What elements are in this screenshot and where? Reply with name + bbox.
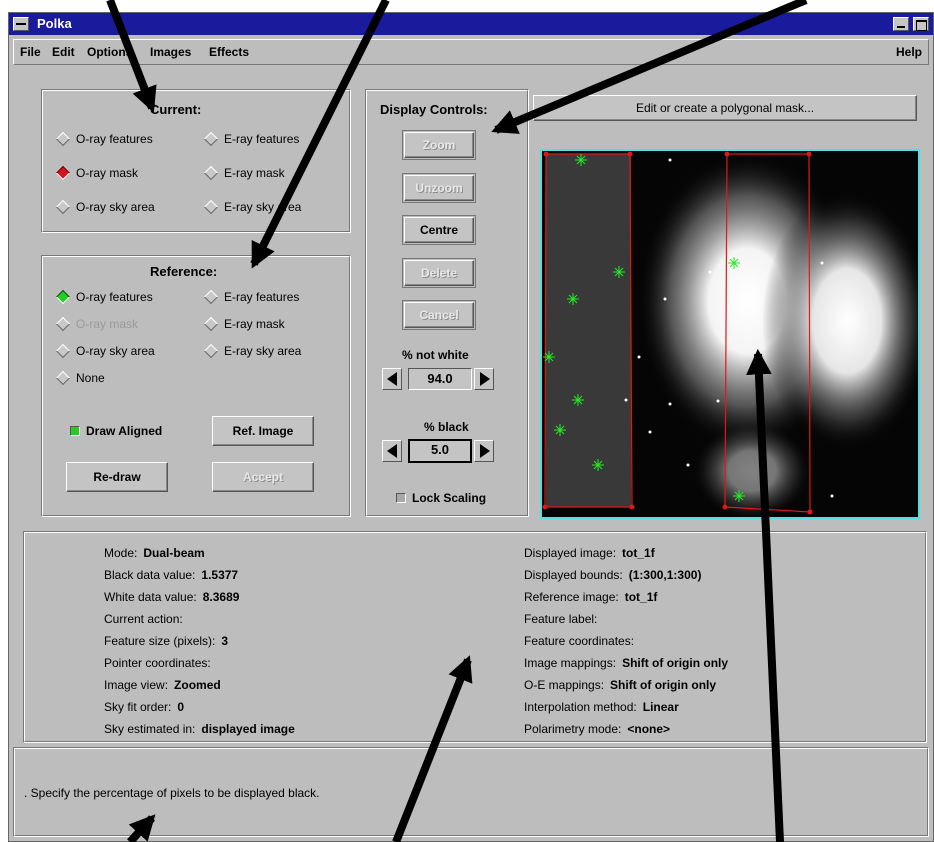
maximize-icon[interactable] — [913, 17, 929, 31]
ref-none-radio[interactable]: None — [55, 370, 105, 386]
radio-diamond-icon — [203, 165, 219, 181]
radio-diamond-icon — [55, 370, 71, 386]
radio-diamond-icon — [55, 131, 71, 147]
radio-diamond-icon — [203, 199, 219, 215]
info-displayed-image: Displayed image: tot_1f — [524, 546, 655, 560]
cancel-button: Cancel — [402, 300, 476, 330]
menu-images[interactable]: Images — [150, 45, 191, 59]
bright-source — [692, 421, 812, 517]
info-interpolation: Interpolation method: Linear — [524, 700, 679, 714]
menu-help[interactable]: Help — [896, 45, 922, 59]
draw-aligned-label: Draw Aligned — [86, 424, 163, 438]
reference-panel: Reference: O-ray features E-ray features… — [41, 255, 351, 517]
black-decrease-icon[interactable] — [382, 440, 402, 462]
minimize-icon[interactable] — [893, 17, 909, 31]
info-image-view: Image view: Zoomed — [104, 678, 221, 692]
current-oray-features-radio[interactable]: O-ray features — [55, 131, 153, 147]
ref-eray-mask-radio[interactable]: E-ray mask — [203, 316, 285, 332]
info-feature-label: Feature label: — [524, 612, 598, 626]
image-view[interactable] — [542, 151, 918, 517]
status-bar: . Specify the percentage of pixels to be… — [13, 747, 929, 837]
window-title: Polka — [37, 16, 72, 31]
info-current-action: Current action: — [104, 612, 183, 626]
info-image-mappings: Image mappings: Shift of origin only — [524, 656, 729, 670]
radio-diamond-icon — [203, 131, 219, 147]
title-bar[interactable]: Polka — [9, 13, 933, 35]
ref-eray-features-radio[interactable]: E-ray features — [203, 289, 299, 305]
current-oray-sky-radio[interactable]: O-ray sky area — [55, 199, 155, 215]
menu-bar: File Edit Options Images Effects Help — [13, 39, 929, 65]
info-mode: Mode: Dual-beam — [104, 546, 205, 560]
radio-diamond-icon — [55, 343, 71, 359]
black-increase-icon[interactable] — [474, 440, 494, 462]
current-panel: Current: O-ray features E-ray features O… — [41, 89, 351, 233]
lock-scaling-label: Lock Scaling — [412, 491, 487, 505]
current-eray-mask-radio[interactable]: E-ray mask — [203, 165, 285, 181]
info-white-value: White data value: 8.3689 — [104, 590, 240, 604]
zoom-button: Zoom — [402, 130, 476, 160]
unzoom-button: Unzoom — [402, 173, 476, 203]
info-panel: Mode: Dual-beam Black data value: 1.5377 W… — [23, 531, 927, 743]
not-white-field[interactable]: 94.0 — [408, 368, 472, 390]
ref-oray-mask-radio: O-ray mask — [55, 316, 138, 332]
edit-polygonal-mask-button[interactable]: Edit or create a polygonal mask... — [533, 95, 917, 121]
info-sky-fit-order: Sky fit order: 0 — [104, 700, 185, 714]
ref-eray-sky-radio[interactable]: E-ray sky area — [203, 343, 301, 359]
menu-edit[interactable]: Edit — [52, 45, 75, 59]
ref-oray-features-radio[interactable]: O-ray features — [55, 289, 153, 305]
ref-image-button[interactable]: Ref. Image — [212, 416, 314, 446]
info-feature-size: Feature size (pixels): 3 — [104, 634, 229, 648]
draw-aligned-checkbox[interactable] — [70, 426, 80, 436]
ref-oray-sky-radio[interactable]: O-ray sky area — [55, 343, 155, 359]
not-white-label: % not white — [402, 348, 469, 362]
centre-button[interactable]: Centre — [402, 215, 476, 245]
not-white-decrease-icon[interactable] — [382, 368, 402, 390]
black-label: % black — [424, 420, 469, 434]
info-polarimetry-mode: Polarimetry mode: <none> — [524, 722, 671, 736]
info-feature-coordinates: Feature coordinates: — [524, 634, 635, 648]
current-eray-sky-radio[interactable]: E-ray sky area — [203, 199, 301, 215]
info-displayed-bounds: Displayed bounds: (1:300,1:300) — [524, 568, 702, 582]
menu-options[interactable]: Options — [87, 45, 132, 59]
radio-diamond-selected-icon — [55, 165, 71, 181]
current-oray-mask-radio[interactable]: O-ray mask — [55, 165, 138, 181]
polka-window: Polka File Edit Options Images Effects H… — [8, 12, 934, 842]
menu-effects[interactable]: Effects — [209, 45, 249, 59]
radio-diamond-icon — [55, 316, 71, 332]
info-black-value: Black data value: 1.5377 — [104, 568, 239, 582]
info-sky-estimated: Sky estimated in: displayed image — [104, 722, 295, 736]
status-message: . Specify the percentage of pixels to be… — [24, 786, 320, 800]
radio-diamond-icon — [203, 289, 219, 305]
info-pointer-coordinates: Pointer coordinates: — [104, 656, 211, 670]
info-reference-image: Reference image: tot_1f — [524, 590, 658, 604]
radio-diamond-icon — [203, 343, 219, 359]
not-white-increase-icon[interactable] — [474, 368, 494, 390]
delete-button: Delete — [402, 258, 476, 288]
lock-scaling-checkbox[interactable] — [396, 493, 406, 503]
redraw-button[interactable]: Re-draw — [66, 462, 168, 492]
current-eray-features-radio[interactable]: E-ray features — [203, 131, 299, 147]
info-oe-mappings: O-E mappings: Shift of origin only — [524, 678, 717, 692]
accept-button: Accept — [212, 462, 314, 492]
reference-title: Reference: — [150, 264, 218, 279]
mask-region — [546, 154, 631, 507]
radio-diamond-icon — [55, 199, 71, 215]
current-title: Current: — [150, 102, 202, 117]
window-menu-icon[interactable] — [13, 17, 29, 31]
display-controls-panel: Display Controls: Zoom Unzoom Centre Del… — [365, 89, 529, 517]
image-view-frame[interactable] — [540, 149, 920, 519]
black-field[interactable]: 5.0 — [408, 439, 472, 463]
radio-diamond-selected-icon — [55, 289, 71, 305]
display-controls-title: Display Controls: — [380, 102, 488, 117]
radio-diamond-icon — [203, 316, 219, 332]
menu-file[interactable]: File — [20, 45, 41, 59]
